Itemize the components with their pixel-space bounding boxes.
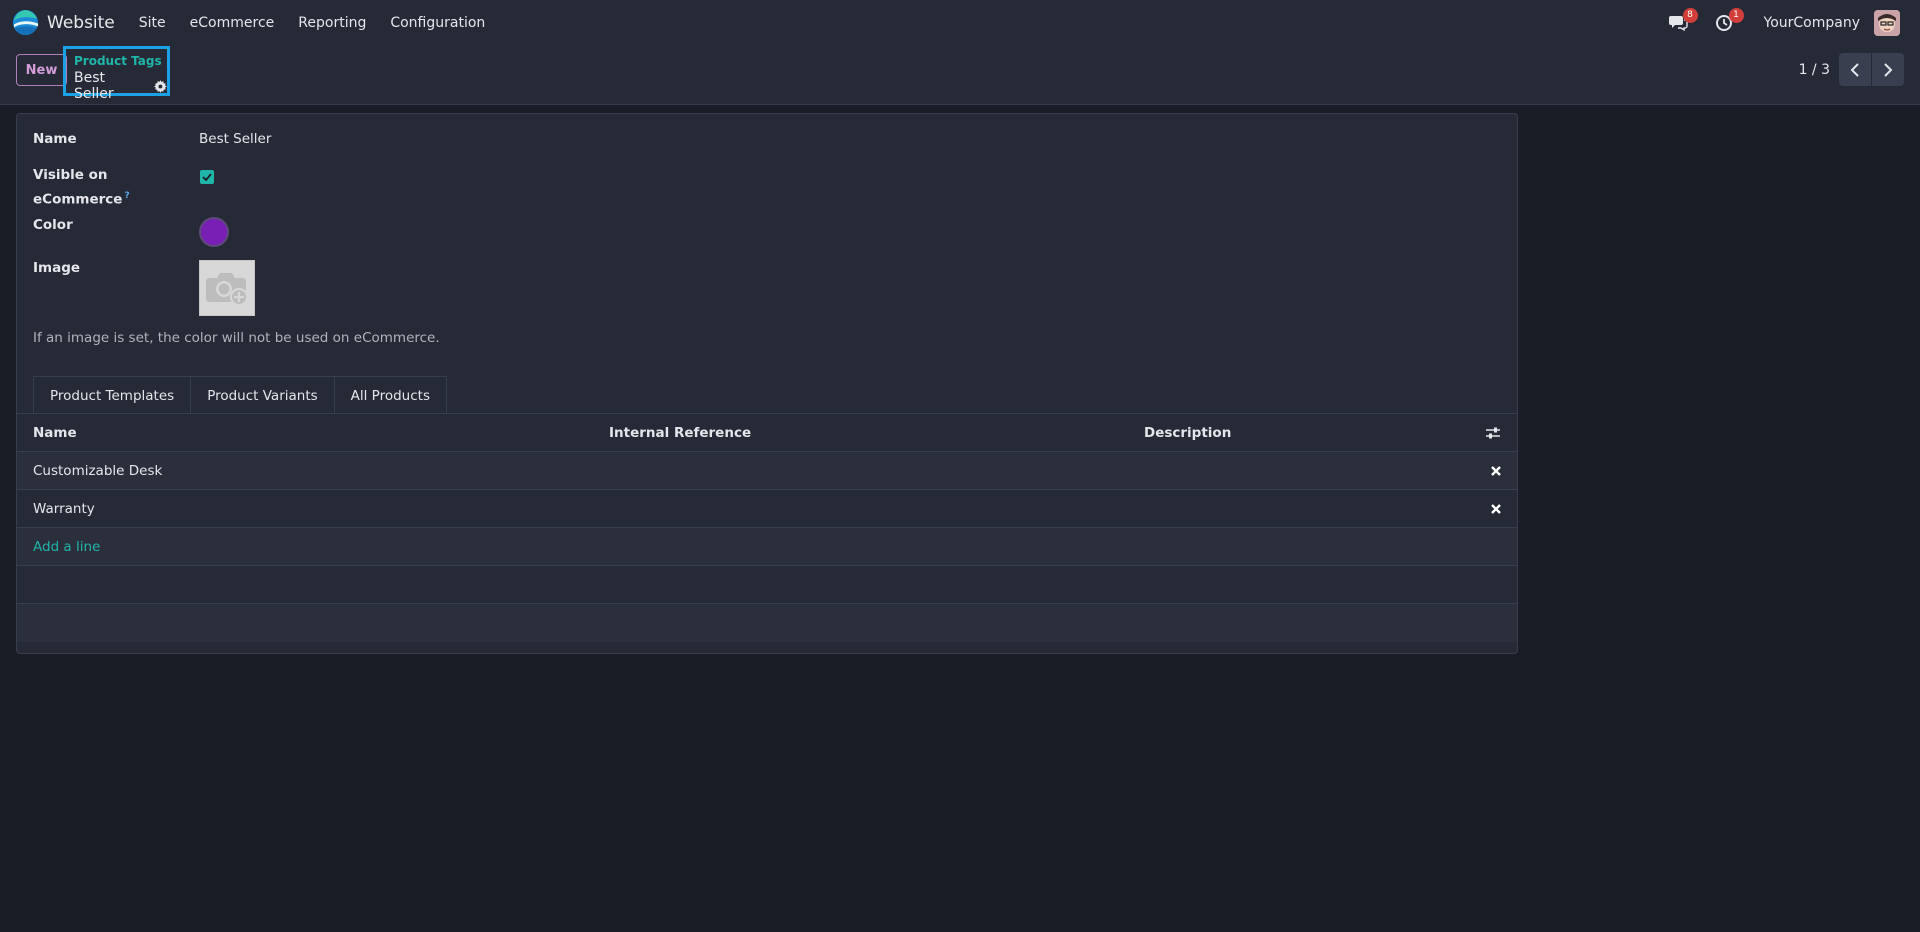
- menu-item-ecommerce[interactable]: eCommerce: [178, 15, 287, 31]
- visible-on-ecommerce-checkbox[interactable]: [200, 170, 214, 184]
- messages-badge: 8: [1682, 7, 1698, 23]
- table-row[interactable]: Customizable Desk: [17, 452, 1517, 490]
- form-sheet: Name Best Seller Visible on eCommerce? C…: [16, 113, 1518, 654]
- notebook-tabs: Product Templates Product Variants All P…: [33, 376, 447, 414]
- column-header-name[interactable]: Name: [33, 425, 77, 441]
- image-help-text: If an image is set, the color will not b…: [33, 330, 440, 346]
- image-upload[interactable]: [199, 260, 255, 316]
- app-name: Website: [47, 12, 115, 33]
- name-label: Name: [33, 131, 77, 147]
- breadcrumb-current: Best Seller: [74, 70, 167, 102]
- close-icon: [1491, 465, 1501, 476]
- new-button[interactable]: New: [16, 54, 67, 86]
- pager-previous-button[interactable]: [1839, 53, 1871, 86]
- camera-plus-icon: [206, 273, 248, 306]
- breadcrumb-current-label: Best Seller: [74, 70, 114, 102]
- column-header-description[interactable]: Description: [1144, 425, 1231, 441]
- systray: 8 1 YourCompany: [1666, 0, 1920, 45]
- breadcrumb: Product Tags Best Seller: [63, 46, 170, 102]
- row-name: Customizable Desk: [33, 462, 163, 479]
- menu-item-site[interactable]: Site: [127, 15, 178, 31]
- gear-icon[interactable]: [154, 79, 167, 93]
- empty-row: [17, 566, 1517, 604]
- list-header-row: Name Internal Reference Description: [17, 414, 1517, 452]
- close-icon: [1491, 503, 1501, 514]
- pager-next-button[interactable]: [1872, 53, 1904, 86]
- remove-row-button[interactable]: [1491, 465, 1501, 476]
- company-switcher[interactable]: YourCompany: [1764, 15, 1861, 31]
- empty-row: [17, 604, 1517, 642]
- website-app-icon: [12, 9, 39, 36]
- main-menu: Site eCommerce Reporting Configuration: [127, 15, 498, 31]
- color-label: Color: [33, 217, 73, 233]
- control-panel: New Product Tags Best Seller 1 / 3: [0, 45, 1920, 105]
- tab-product-templates[interactable]: Product Templates: [33, 376, 192, 414]
- chevron-left-icon: [1850, 62, 1859, 77]
- add-line-row: Add a line: [17, 528, 1517, 566]
- user-avatar[interactable]: [1874, 9, 1900, 36]
- color-picker[interactable]: [199, 217, 229, 247]
- help-tooltip-icon[interactable]: ?: [124, 191, 129, 201]
- row-name: Warranty: [33, 500, 95, 517]
- remove-row-button[interactable]: [1491, 503, 1501, 514]
- image-label: Image: [33, 260, 81, 276]
- visible-on-ecommerce-label: Visible on eCommerce?: [33, 167, 130, 208]
- table-row[interactable]: Warranty: [17, 490, 1517, 528]
- optional-columns-toggle[interactable]: [1485, 426, 1501, 440]
- pager: 1 / 3: [1799, 53, 1904, 86]
- avatar-icon: [1874, 9, 1900, 36]
- breadcrumb-parent-link[interactable]: Product Tags: [74, 54, 162, 68]
- top-navbar: Website Site eCommerce Reporting Configu…: [0, 0, 1920, 45]
- menu-item-configuration[interactable]: Configuration: [378, 15, 497, 31]
- tab-product-variants[interactable]: Product Variants: [190, 376, 335, 414]
- chevron-right-icon: [1884, 62, 1893, 77]
- tab-all-products[interactable]: All Products: [333, 376, 447, 414]
- app-brand[interactable]: Website: [12, 9, 115, 36]
- name-field[interactable]: Best Seller: [199, 131, 271, 147]
- sliders-icon: [1486, 427, 1500, 438]
- product-templates-list: Name Internal Reference Description Cust…: [17, 414, 1517, 642]
- check-icon: [202, 173, 212, 181]
- column-header-internal-reference[interactable]: Internal Reference: [609, 425, 751, 441]
- activities-button[interactable]: 1: [1712, 7, 1744, 35]
- add-a-line-link[interactable]: Add a line: [33, 539, 100, 555]
- activities-badge: 1: [1728, 7, 1744, 23]
- menu-item-reporting[interactable]: Reporting: [286, 15, 378, 31]
- messages-button[interactable]: 8: [1666, 7, 1698, 35]
- pager-value[interactable]: 1 / 3: [1799, 62, 1830, 78]
